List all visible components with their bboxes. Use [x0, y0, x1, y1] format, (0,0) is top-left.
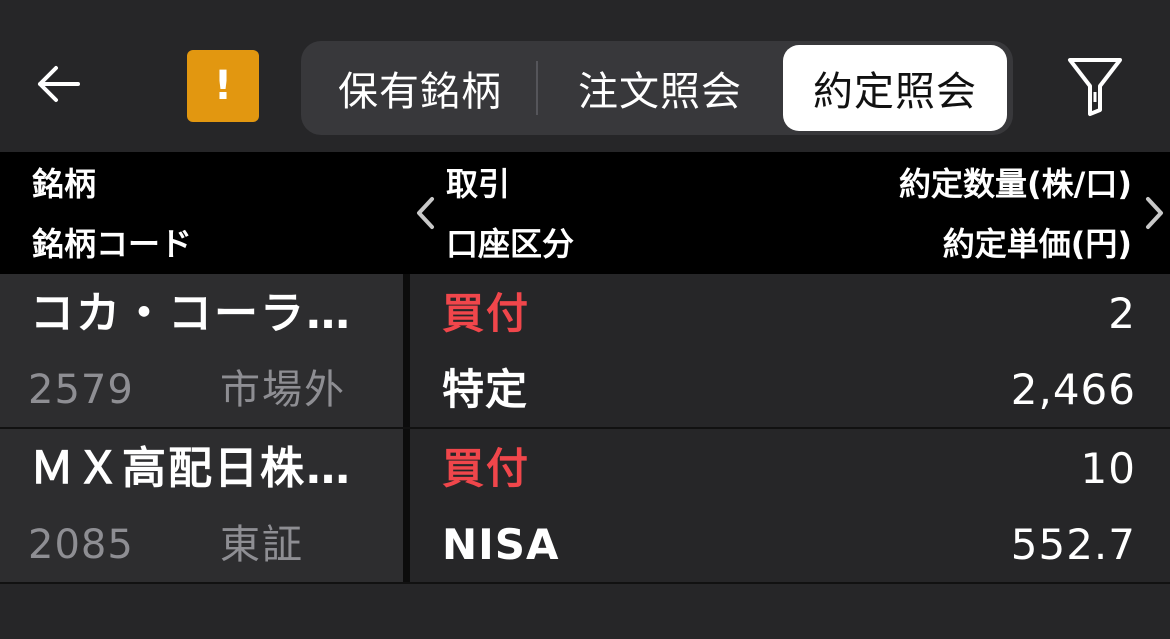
column-divider [403, 274, 410, 427]
scroll-left-chevron-icon[interactable] [410, 190, 440, 236]
header-trade: 取引 [446, 165, 511, 203]
stock-code: 2579 [28, 367, 134, 413]
stock-cell: コカ・コーラ… 2579 市場外 [0, 274, 403, 427]
trade-type: 買付 [442, 444, 531, 493]
back-button[interactable] [28, 54, 88, 114]
segment-divider [536, 61, 538, 115]
stock-name: コカ・コーラ… [30, 288, 352, 339]
tab-holdings[interactable]: 保有銘柄 [309, 45, 531, 131]
account-type: NISA [442, 520, 560, 569]
header-stock-code: 銘柄コード [32, 225, 193, 263]
header-account-type: 口座区分 [446, 225, 575, 263]
column-divider [403, 429, 410, 582]
filter-funnel-icon [1068, 58, 1122, 116]
table-row[interactable]: コカ・コーラ… 2579 市場外 買付 特定 2 2,466 [0, 274, 1170, 429]
scroll-right-chevron-icon[interactable] [1140, 190, 1170, 236]
executed-price: 552.7 [1010, 520, 1136, 569]
header-stock: 銘柄 [32, 165, 97, 203]
view-segmented-control: 保有銘柄 注文照会 約定照会 [301, 41, 1013, 135]
table-row[interactable]: ＭＸ高配日株… 2085 東証 買付 NISA 10 552.7 [0, 429, 1170, 584]
execution-list: コカ・コーラ… 2579 市場外 買付 特定 2 2,466 ＭＸ高配日株… 2… [0, 274, 1170, 584]
filter-button[interactable] [1060, 52, 1130, 122]
header-executed-price: 約定単価(円) [942, 225, 1132, 263]
table-header: 銘柄 銘柄コード 取引 口座区分 約定数量(株/口) 約定単価(円) [0, 152, 1170, 274]
top-toolbar: ! 保有銘柄 注文照会 約定照会 [0, 0, 1170, 152]
tab-execution-inquiry[interactable]: 約定照会 [783, 45, 1007, 131]
header-executed-quantity: 約定数量(株/口) [899, 165, 1132, 203]
market-label: 市場外 [220, 367, 346, 413]
exclamation-icon: ! [213, 63, 233, 109]
alert-button[interactable]: ! [187, 50, 259, 122]
account-type: 特定 [442, 365, 529, 414]
executed-quantity: 10 [1080, 444, 1136, 493]
detail-cell: 買付 特定 2 2,466 [410, 274, 1170, 427]
arrow-left-icon [38, 66, 80, 102]
stock-name: ＭＸ高配日株… [30, 443, 352, 494]
market-label: 東証 [220, 522, 304, 568]
executed-price: 2,466 [1010, 365, 1136, 414]
tab-order-inquiry[interactable]: 注文照会 [549, 45, 771, 131]
stock-cell: ＭＸ高配日株… 2085 東証 [0, 429, 403, 582]
detail-cell: 買付 NISA 10 552.7 [410, 429, 1170, 582]
stock-code: 2085 [28, 522, 134, 568]
executed-quantity: 2 [1108, 289, 1136, 338]
trade-type: 買付 [442, 289, 531, 338]
